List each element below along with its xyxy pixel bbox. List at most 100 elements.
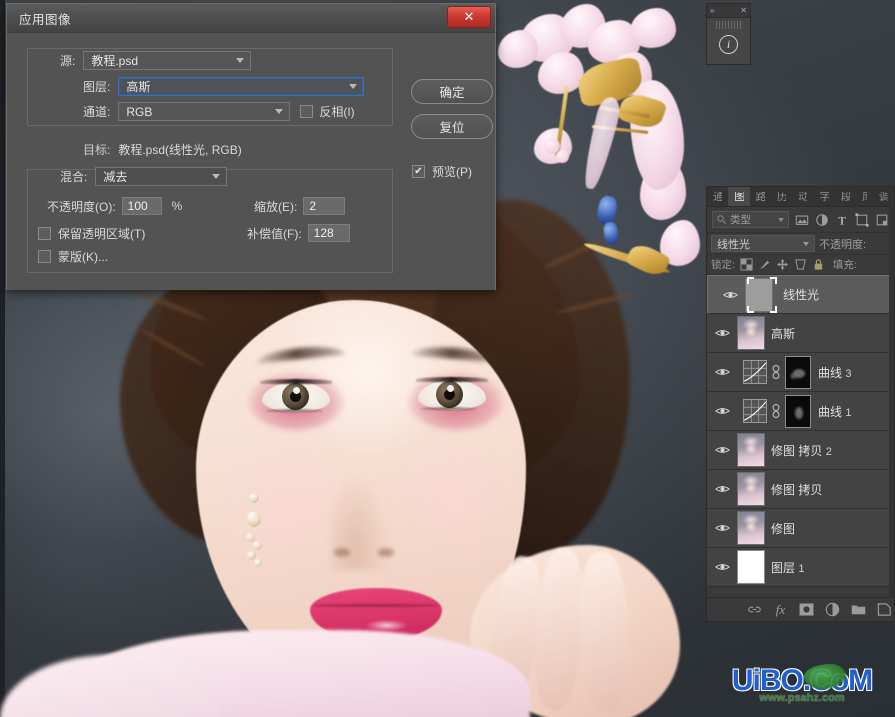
source-select[interactable]: 教程.psd <box>83 51 252 70</box>
info-panel-titlebar[interactable]: » ✕ <box>707 4 750 18</box>
dialog-body: 源: 教程.psd 图层: 高斯 通道: RGB 反相(I) 目标: 教程.ps… <box>7 33 495 290</box>
adjustment-layer-icon[interactable] <box>825 602 840 617</box>
eye-glint-right <box>447 385 454 392</box>
reset-button[interactable]: 复位 <box>411 114 493 139</box>
mask-checkbox[interactable] <box>38 250 51 263</box>
layer-visibility-toggle[interactable] <box>707 406 737 416</box>
add-mask-icon[interactable] <box>799 602 814 617</box>
new-group-icon[interactable] <box>851 602 866 617</box>
layer-visibility-toggle[interactable] <box>707 328 737 338</box>
tab-actions[interactable]: 动作 <box>792 187 813 206</box>
ok-button[interactable]: 确定 <box>411 79 493 104</box>
layer-mask-thumbnail[interactable] <box>785 355 811 389</box>
opacity-label: 不透明度(O): <box>47 199 116 214</box>
layer-visibility-toggle[interactable] <box>707 445 737 455</box>
curves-adjustment-thumbnail[interactable] <box>743 399 767 423</box>
filter-pixel-icon[interactable] <box>794 212 809 228</box>
tab-paragraph[interactable]: 段落 <box>835 187 856 206</box>
source-value: 教程.psd <box>91 54 139 68</box>
eye-icon <box>714 525 730 531</box>
blending-select[interactable]: 减去 <box>95 167 228 186</box>
layer-visibility-toggle[interactable] <box>707 484 737 494</box>
layer-list: 线性光 高斯 曲线 3 曲线 1 修图 拷贝 2 修图 拷贝 修图 图层 1 <box>707 275 894 587</box>
table-row[interactable]: 图层 1 <box>707 548 894 587</box>
offset-input[interactable]: 128 <box>307 224 350 242</box>
filter-shape-icon[interactable] <box>854 212 869 228</box>
blue-gem <box>602 221 620 245</box>
lock-position-icon[interactable] <box>776 258 789 271</box>
blend-mode-select[interactable]: 线性光 <box>711 235 815 252</box>
tab-channels[interactable]: 通道 <box>707 187 728 206</box>
lock-artboard-icon[interactable] <box>794 258 807 271</box>
tab-layers[interactable]: 图层 <box>728 187 750 206</box>
tab-character[interactable]: 字符 <box>813 187 834 206</box>
layer-blend-row: 线性光 不透明度: <box>707 233 894 255</box>
filter-adjustment-icon[interactable] <box>814 212 829 228</box>
layers-panel-footer: fx <box>707 597 894 621</box>
panel-scrollbar[interactable] <box>889 187 894 621</box>
layer-visibility-toggle[interactable] <box>715 290 745 300</box>
close-icon[interactable]: ✕ <box>740 6 747 15</box>
offset-label: 补偿值(F): <box>247 226 302 241</box>
new-layer-icon[interactable] <box>877 602 892 617</box>
table-row[interactable]: 线性光 <box>707 275 894 314</box>
eye-icon <box>714 447 730 453</box>
lock-image-icon[interactable] <box>758 258 771 271</box>
opacity-label: 不透明度: <box>819 238 867 251</box>
offset-row: 补偿值(F): 128 <box>247 224 350 242</box>
preserve-transparency-label: 保留透明区域(T) <box>58 227 146 241</box>
lock-transparent-icon[interactable] <box>740 258 753 271</box>
layer-visibility-toggle[interactable] <box>707 367 737 377</box>
layer-name: 曲线 1 <box>818 404 852 419</box>
filter-smart-icon[interactable] <box>874 212 889 228</box>
tab-history[interactable]: 历史 <box>771 187 792 206</box>
nostril-right <box>378 548 394 557</box>
scale-input[interactable]: 2 <box>303 197 346 215</box>
tab-libraries[interactable]: 库 <box>856 187 873 206</box>
info-panel[interactable]: » ✕ i <box>706 3 751 65</box>
link-layers-icon[interactable] <box>747 602 762 617</box>
table-row[interactable]: 曲线 3 <box>707 353 894 392</box>
lock-all-icon[interactable] <box>812 258 825 271</box>
mask-link-icon[interactable] <box>771 364 781 380</box>
table-row[interactable]: 高斯 <box>707 314 894 353</box>
expand-panel-icon[interactable]: » <box>710 6 714 15</box>
layer-thumbnail[interactable] <box>737 433 765 467</box>
filter-type-icon[interactable]: T <box>834 212 849 228</box>
layer-visibility-toggle[interactable] <box>707 562 737 572</box>
preserve-transparency-checkbox[interactable] <box>38 227 51 240</box>
curves-adjustment-thumbnail[interactable] <box>743 360 767 384</box>
table-row[interactable]: 修图 <box>707 509 894 548</box>
layer-select[interactable]: 高斯 <box>118 77 365 96</box>
info-icon[interactable]: i <box>719 34 738 54</box>
table-row[interactable]: 修图 拷贝 <box>707 470 894 509</box>
layer-thumbnail[interactable] <box>737 550 765 584</box>
layer-thumbnail[interactable] <box>737 511 765 545</box>
scale-label: 缩放(E): <box>254 199 298 214</box>
filter-kind-select[interactable]: 类型 <box>712 211 790 228</box>
close-icon[interactable]: ✕ <box>447 6 491 28</box>
dialog-titlebar[interactable]: 应用图像 ✕ <box>7 4 495 33</box>
earring-bead <box>254 559 262 567</box>
preview-checkbox[interactable]: ✔ <box>412 165 425 178</box>
layer-thumbnail[interactable] <box>737 472 765 506</box>
apply-image-dialog[interactable]: 应用图像 ✕ 源: 教程.psd 图层: 高斯 通道: RGB 反相(I) 目标… <box>6 3 496 290</box>
mask-link-icon[interactable] <box>771 403 781 419</box>
table-row[interactable]: 修图 拷贝 2 <box>707 431 894 470</box>
eye-icon <box>722 291 738 298</box>
eye-icon <box>714 408 730 414</box>
eyelash-left <box>260 379 332 384</box>
layer-mask-thumbnail[interactable] <box>785 394 811 428</box>
nostril-left <box>334 548 350 557</box>
layers-panel[interactable]: 通道 图层 路径 历史 动作 字符 段落 库 调整 类型 <box>706 186 895 622</box>
tab-paths[interactable]: 路径 <box>750 187 771 206</box>
layer-thumbnail[interactable] <box>737 316 765 350</box>
invert-checkbox[interactable] <box>300 105 314 118</box>
panel-tab-strip[interactable]: 通道 图层 路径 历史 动作 字符 段落 库 调整 <box>707 187 894 207</box>
layer-style-fx-icon[interactable]: fx <box>773 602 788 617</box>
panel-grip[interactable] <box>716 21 743 29</box>
opacity-input[interactable]: 100 <box>121 197 162 215</box>
channel-select[interactable]: RGB <box>118 102 291 121</box>
table-row[interactable]: 曲线 1 <box>707 392 894 431</box>
layer-visibility-toggle[interactable] <box>707 523 737 533</box>
